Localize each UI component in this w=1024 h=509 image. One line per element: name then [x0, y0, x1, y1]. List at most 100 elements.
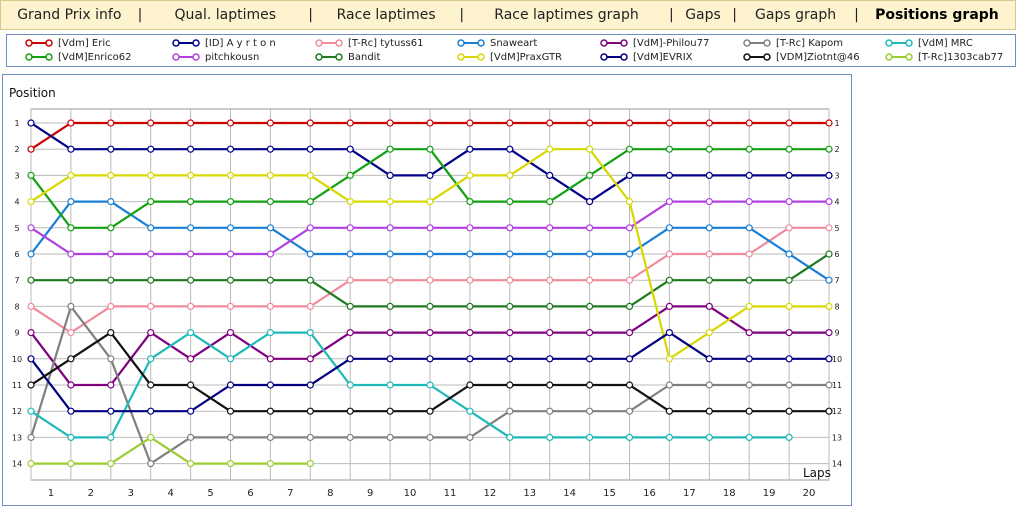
tab-gaps-graph[interactable]: Gaps graph: [737, 7, 854, 23]
data-point: [346, 433, 354, 441]
data-point: [785, 433, 793, 441]
data-point: [386, 302, 394, 310]
y-tick-label-right: 4: [834, 198, 839, 207]
tab-gaps[interactable]: Gaps: [674, 7, 733, 23]
legend-swatch: [172, 39, 200, 47]
x-tick-label: 18: [723, 488, 736, 499]
y-tick-label: 6: [14, 250, 19, 259]
data-point: [426, 145, 434, 153]
data-point: [705, 224, 713, 232]
positions-chart: 1 12 23 34 45 56 67 78 89 910 1011 1112 1213 1314 141 2…: [9, 86, 842, 499]
y-tick-label-right: 7: [834, 276, 839, 285]
legend-item: [VdM]PraxGTR: [457, 51, 562, 63]
data-point: [226, 197, 235, 206]
tab-race-laptimes-graph[interactable]: Race laptimes graph: [464, 7, 669, 23]
data-point: [386, 433, 394, 441]
data-point: [147, 355, 155, 363]
x-tick-label: 9: [367, 488, 373, 499]
data-point: [226, 119, 235, 127]
data-point: [745, 119, 753, 127]
data-point: [107, 145, 115, 153]
data-point: [386, 119, 394, 127]
data-point: [466, 355, 474, 363]
data-point: [27, 224, 35, 232]
data-point: [705, 197, 713, 206]
tab-qual-laptimes[interactable]: Qual. laptimes: [142, 7, 308, 23]
data-point: [466, 407, 474, 415]
tab-positions-graph[interactable]: Positions graph: [859, 7, 1015, 23]
data-point: [187, 302, 195, 310]
data-point: [825, 276, 833, 284]
data-point: [585, 171, 594, 180]
x-tick-label: 5: [207, 488, 213, 499]
data-point: [506, 407, 514, 415]
y-tick-label: 5: [14, 224, 19, 233]
data-point: [665, 302, 674, 310]
data-point: [825, 355, 833, 363]
y-tick-label-right: 13: [832, 433, 842, 442]
data-point: [546, 302, 554, 310]
data-point: [625, 302, 634, 310]
x-tick-label: 15: [603, 488, 616, 499]
data-point: [506, 276, 514, 284]
data-point: [27, 250, 35, 258]
legend-item: Snaweart: [457, 37, 537, 49]
legend-label: [VdM]-Philou77: [633, 37, 710, 49]
y-tick-label-right: 1: [834, 119, 839, 128]
data-point: [226, 381, 235, 389]
data-point: [67, 407, 75, 415]
data-point: [346, 381, 354, 389]
data-point: [147, 302, 155, 310]
data-point: [546, 171, 554, 180]
x-tick-label: 20: [803, 488, 816, 499]
data-point: [785, 329, 793, 337]
data-point: [386, 197, 394, 206]
y-tick-label: 4: [14, 198, 19, 207]
tab-race-laptimes[interactable]: Race laptimes: [313, 7, 459, 23]
data-point: [187, 145, 195, 153]
data-point: [546, 224, 554, 232]
data-point: [665, 433, 674, 441]
x-tick-label: 12: [483, 488, 496, 499]
data-point: [386, 171, 394, 180]
data-point: [466, 329, 474, 337]
data-point: [346, 276, 354, 284]
data-point: [386, 355, 394, 363]
legend-label: [ID] A y r t o n: [205, 37, 276, 49]
y-tick-label-right: 11: [832, 381, 842, 390]
data-point: [147, 329, 155, 337]
y-tick-label-right: 2: [834, 145, 839, 154]
data-point: [506, 381, 514, 389]
data-point: [306, 224, 314, 232]
data-point: [426, 381, 434, 389]
data-point: [705, 302, 713, 310]
data-point: [745, 171, 753, 180]
data-point: [187, 224, 195, 232]
data-point: [187, 276, 195, 284]
data-point: [147, 276, 155, 284]
data-point: [346, 407, 354, 415]
data-point: [306, 407, 314, 415]
data-point: [27, 119, 35, 127]
data-point: [546, 276, 554, 284]
data-point: [466, 433, 474, 441]
data-point: [306, 433, 314, 441]
y-tick-label-right: 9: [834, 329, 839, 338]
data-point: [386, 145, 394, 153]
tab-grand-prix-info[interactable]: Grand Prix info: [1, 7, 138, 23]
data-point: [785, 171, 793, 180]
data-point: [27, 407, 35, 415]
data-point: [67, 433, 75, 441]
data-point: [266, 250, 274, 258]
data-point: [27, 276, 35, 284]
data-point: [625, 250, 634, 258]
data-point: [665, 276, 674, 284]
data-point: [226, 145, 235, 153]
data-point: [705, 250, 713, 258]
data-point: [825, 224, 833, 232]
data-point: [266, 224, 274, 232]
data-point: [147, 433, 155, 441]
data-point: [625, 119, 634, 127]
data-point: [745, 355, 753, 363]
data-point: [346, 171, 354, 180]
